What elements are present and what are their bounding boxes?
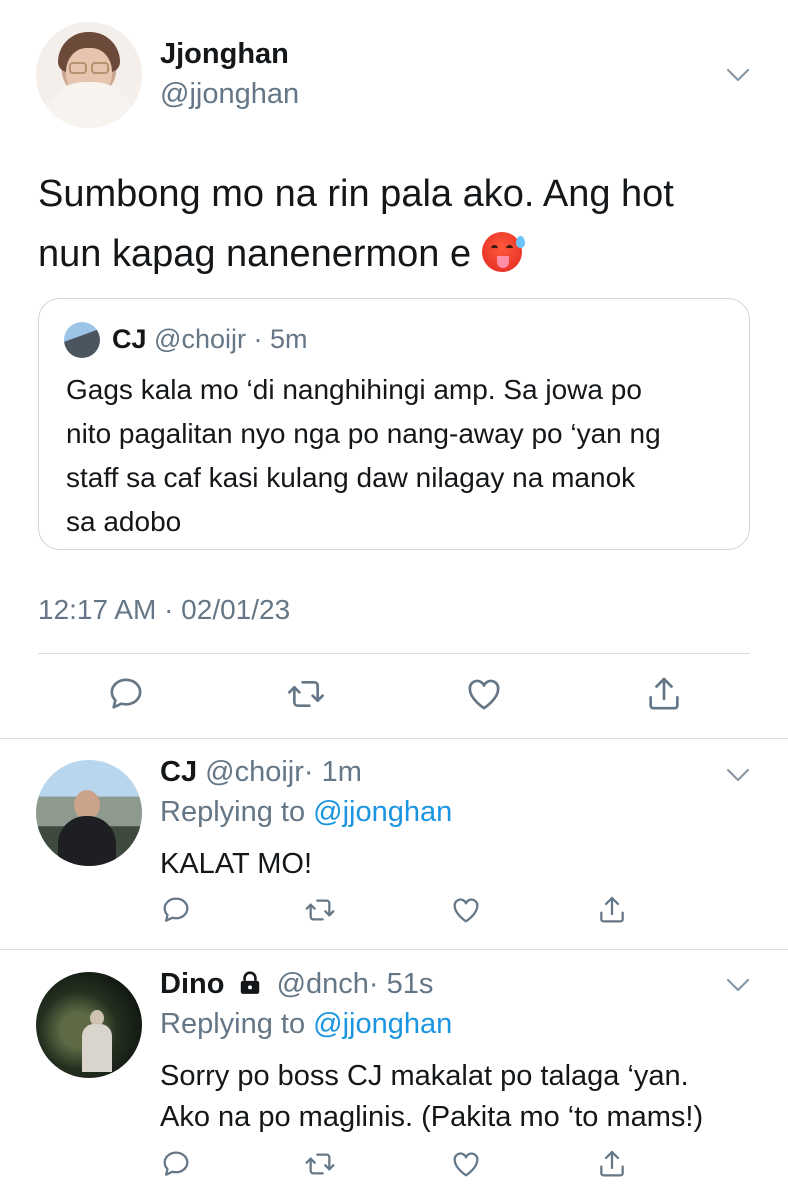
- quoted-handle: @choijr: [154, 324, 246, 354]
- divider: [38, 653, 750, 654]
- chevron-down-icon[interactable]: [726, 978, 750, 992]
- reply-time: · 1m: [303, 756, 362, 788]
- reply-icon[interactable]: [160, 894, 192, 926]
- tweet-text-line: Sumbong mo na rin pala ako. Ang hot: [38, 173, 674, 215]
- lock-icon: [240, 971, 259, 994]
- reply-handle[interactable]: @choijr: [205, 756, 304, 788]
- author-handle[interactable]: @jjonghan: [160, 78, 299, 111]
- quoted-display-name: CJ: [112, 324, 147, 354]
- quoted-text-line: nito pagalitan nyo nga po nang-away po ‘…: [66, 418, 661, 449]
- reply-display-name[interactable]: Dino: [160, 968, 224, 1000]
- avatar[interactable]: [36, 760, 142, 866]
- retweet-icon[interactable]: [304, 894, 336, 926]
- reply-text-line: Sorry po boss CJ makalat po talaga ‘yan.: [160, 1060, 689, 1092]
- replying-to-prefix: Replying to: [160, 796, 306, 828]
- quoted-tweet-header: CJ @choijr · 5m: [112, 324, 307, 355]
- avatar[interactable]: [36, 972, 142, 1078]
- reply-header: CJ @choijr· 1m: [160, 756, 362, 789]
- quoted-text-line: sa adobo: [66, 506, 182, 537]
- tweet-timestamp[interactable]: 12:17 AM · 02/01/23: [38, 594, 290, 626]
- hot-face-emoji-icon: [481, 232, 525, 272]
- quoted-text-line: staff sa caf kasi kulang daw nilagay na …: [66, 462, 636, 493]
- like-icon[interactable]: [464, 674, 504, 714]
- reply-handle[interactable]: @dnch: [277, 968, 369, 1000]
- quoted-avatar: [64, 322, 100, 358]
- replying-to-prefix: Replying to: [160, 1008, 306, 1040]
- mention-link[interactable]: @jjonghan: [313, 796, 452, 828]
- reply-text-line: Ako na po maglinis. (Pakita mo ‘to mams!…: [160, 1101, 704, 1133]
- retweet-icon[interactable]: [286, 674, 326, 714]
- replying-to: Replying to @jjonghan: [160, 1008, 452, 1041]
- share-icon[interactable]: [596, 894, 628, 926]
- reply-text: KALAT MO!: [160, 848, 313, 880]
- chevron-down-icon[interactable]: [726, 768, 750, 782]
- quoted-tweet-text: Gags kala mo ‘di nanghihingi amp. Sa jow…: [66, 368, 736, 544]
- divider: [0, 738, 788, 739]
- like-icon[interactable]: [450, 894, 482, 926]
- reply-text: Sorry po boss CJ makalat po talaga ‘yan.…: [160, 1056, 770, 1138]
- tweet-text: Sumbong mo na rin pala ako. Ang hot nun …: [38, 164, 758, 284]
- reply-header: Dino @dnch· 51s: [160, 968, 433, 1001]
- reply-icon[interactable]: [106, 674, 146, 714]
- quoted-text-line: Gags kala mo ‘di nanghihingi amp. Sa jow…: [66, 374, 642, 405]
- replying-to: Replying to @jjonghan: [160, 796, 452, 829]
- chevron-down-icon[interactable]: [726, 68, 750, 82]
- reply-time: · 51s: [368, 968, 434, 1000]
- avatar[interactable]: [36, 22, 142, 128]
- divider: [0, 949, 788, 950]
- like-icon[interactable]: [450, 1148, 482, 1180]
- reply-icon[interactable]: [160, 1148, 192, 1180]
- retweet-icon[interactable]: [304, 1148, 336, 1180]
- share-icon[interactable]: [596, 1148, 628, 1180]
- share-icon[interactable]: [644, 674, 684, 714]
- reply-display-name[interactable]: CJ: [160, 756, 197, 788]
- quoted-time: · 5m: [253, 324, 308, 354]
- tweet-text-line: nun kapag nanenermon e: [38, 233, 472, 275]
- author-display-name[interactable]: Jjonghan: [160, 38, 289, 71]
- mention-link[interactable]: @jjonghan: [313, 1008, 452, 1040]
